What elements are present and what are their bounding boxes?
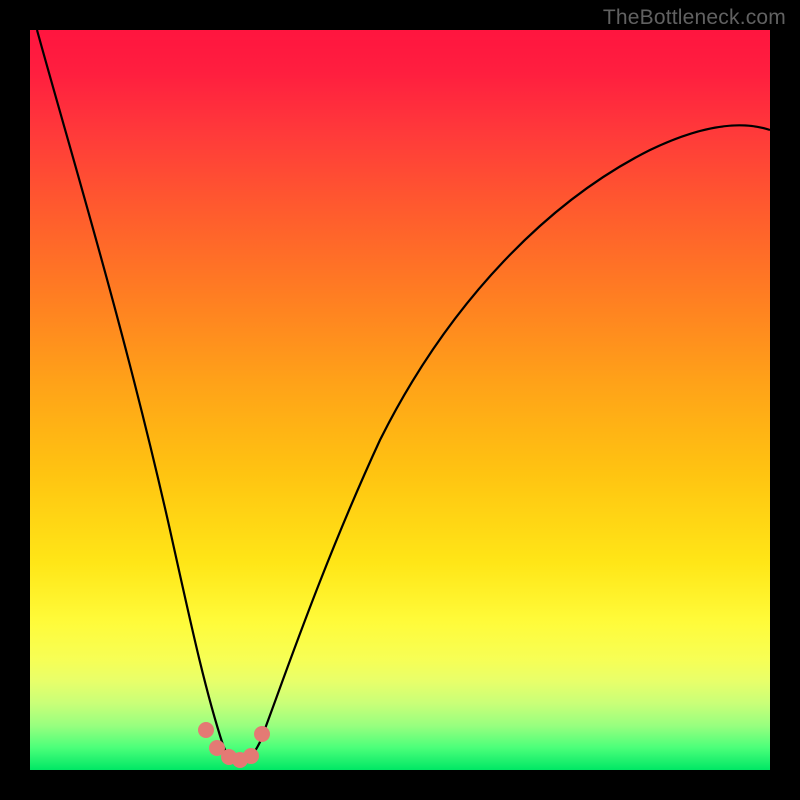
marker-dot	[243, 748, 259, 764]
watermark-text: TheBottleneck.com	[603, 6, 786, 30]
bottleneck-curve	[37, 30, 770, 763]
curve-layer	[30, 30, 770, 770]
plot-frame	[30, 30, 770, 770]
plot-area	[30, 30, 770, 770]
marker-dot	[198, 722, 214, 738]
marker-dot	[254, 726, 270, 742]
chart-stage: TheBottleneck.com	[0, 0, 800, 800]
